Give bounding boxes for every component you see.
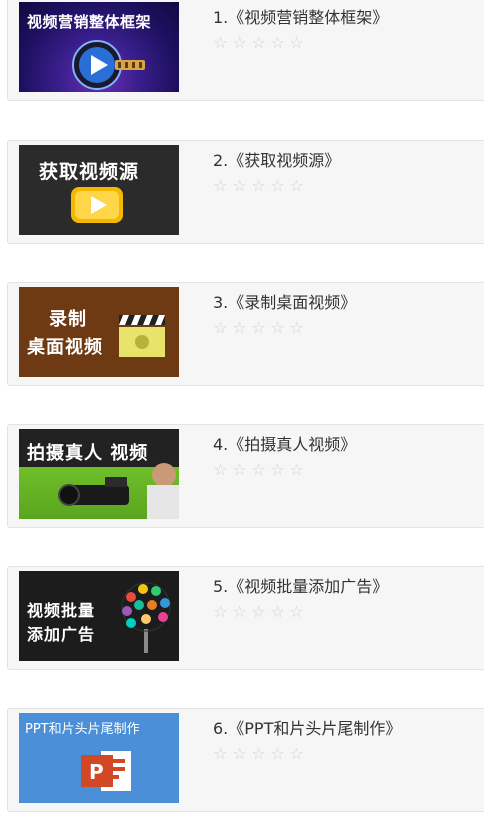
star-icon[interactable]: ☆ [250, 178, 267, 194]
course-title[interactable]: 5.《视频批量添加广告》 [213, 573, 388, 597]
star-icon[interactable]: ☆ [269, 35, 286, 51]
star-icon[interactable]: ☆ [288, 320, 305, 336]
course-list: 视频营销整体框架 1.《视频营销整体框架》 ☆ ☆ ☆ ☆ ☆ 获取视频源 2.… [0, 0, 484, 813]
star-icon[interactable]: ☆ [269, 746, 286, 762]
star-icon[interactable]: ☆ [269, 178, 286, 194]
course-card[interactable]: 获取视频源 2.《获取视频源》 ☆ ☆ ☆ ☆ ☆ [7, 140, 484, 244]
star-icon[interactable]: ☆ [250, 746, 267, 762]
svg-text:P: P [89, 760, 104, 784]
star-icon[interactable]: ☆ [231, 462, 248, 478]
star-icon[interactable]: ☆ [269, 320, 286, 336]
course-thumbnail[interactable]: 获取视频源 [19, 145, 179, 235]
course-title[interactable]: 1.《视频营销整体框架》 [213, 4, 388, 28]
clapperboard-icon [119, 315, 165, 357]
course-title[interactable]: 4.《拍摄真人视频》 [213, 431, 356, 455]
star-icon[interactable]: ☆ [250, 35, 267, 51]
star-icon[interactable]: ☆ [231, 746, 248, 762]
star-icon[interactable]: ☆ [212, 35, 229, 51]
star-icon[interactable]: ☆ [288, 746, 305, 762]
video-camera-icon [58, 463, 179, 519]
star-icon[interactable]: ☆ [212, 604, 229, 620]
film-reel-play-icon [72, 40, 145, 90]
star-rating[interactable]: ☆ ☆ ☆ ☆ ☆ [212, 462, 305, 478]
play-button-icon [71, 187, 123, 223]
course-card[interactable]: 拍摄真人 视频 4.《拍摄真人视频》 ☆ ☆ ☆ ☆ ☆ [7, 424, 484, 528]
course-thumbnail[interactable]: 录制 桌面视频 [19, 287, 179, 377]
star-icon[interactable]: ☆ [231, 320, 248, 336]
star-rating[interactable]: ☆ ☆ ☆ ☆ ☆ [212, 35, 305, 51]
course-title[interactable]: 3.《录制桌面视频》 [213, 289, 356, 313]
course-card[interactable]: 视频营销整体框架 1.《视频营销整体框架》 ☆ ☆ ☆ ☆ ☆ [7, 0, 484, 101]
star-icon[interactable]: ☆ [212, 320, 229, 336]
star-rating[interactable]: ☆ ☆ ☆ ☆ ☆ [212, 746, 305, 762]
star-icon[interactable]: ☆ [212, 178, 229, 194]
course-card[interactable]: 视频批量 添加广告 5.《视频批量添加广告》 ☆ ☆ ☆ ☆ ☆ [7, 566, 484, 670]
course-title[interactable]: 2.《获取视频源》 [213, 147, 340, 171]
powerpoint-icon: P [81, 751, 131, 791]
star-icon[interactable]: ☆ [288, 35, 305, 51]
star-icon[interactable]: ☆ [288, 178, 305, 194]
star-icon[interactable]: ☆ [269, 462, 286, 478]
course-thumbnail[interactable]: 拍摄真人 视频 [19, 429, 179, 519]
star-icon[interactable]: ☆ [288, 604, 305, 620]
star-icon[interactable]: ☆ [212, 746, 229, 762]
star-icon[interactable]: ☆ [231, 35, 248, 51]
course-thumbnail[interactable]: 视频营销整体框架 [19, 2, 179, 92]
star-icon[interactable]: ☆ [250, 462, 267, 478]
course-thumbnail[interactable]: PPT和片头片尾制作 P [19, 713, 179, 803]
course-title[interactable]: 6.《PPT和片头片尾制作》 [213, 715, 401, 739]
star-icon[interactable]: ☆ [231, 178, 248, 194]
star-icon[interactable]: ☆ [231, 604, 248, 620]
course-thumbnail[interactable]: 视频批量 添加广告 [19, 571, 179, 661]
star-rating[interactable]: ☆ ☆ ☆ ☆ ☆ [212, 320, 305, 336]
star-icon[interactable]: ☆ [250, 604, 267, 620]
star-rating[interactable]: ☆ ☆ ☆ ☆ ☆ [212, 604, 305, 620]
course-card[interactable]: PPT和片头片尾制作 P 6.《PPT和片头片尾制作》 ☆ ☆ ☆ ☆ ☆ [7, 708, 484, 812]
course-card[interactable]: 录制 桌面视频 3.《录制桌面视频》 ☆ ☆ ☆ ☆ ☆ [7, 282, 484, 386]
star-icon[interactable]: ☆ [250, 320, 267, 336]
icon-tree-icon [121, 582, 171, 653]
star-icon[interactable]: ☆ [269, 604, 286, 620]
star-icon[interactable]: ☆ [212, 462, 229, 478]
star-rating[interactable]: ☆ ☆ ☆ ☆ ☆ [212, 178, 305, 194]
star-icon[interactable]: ☆ [288, 462, 305, 478]
